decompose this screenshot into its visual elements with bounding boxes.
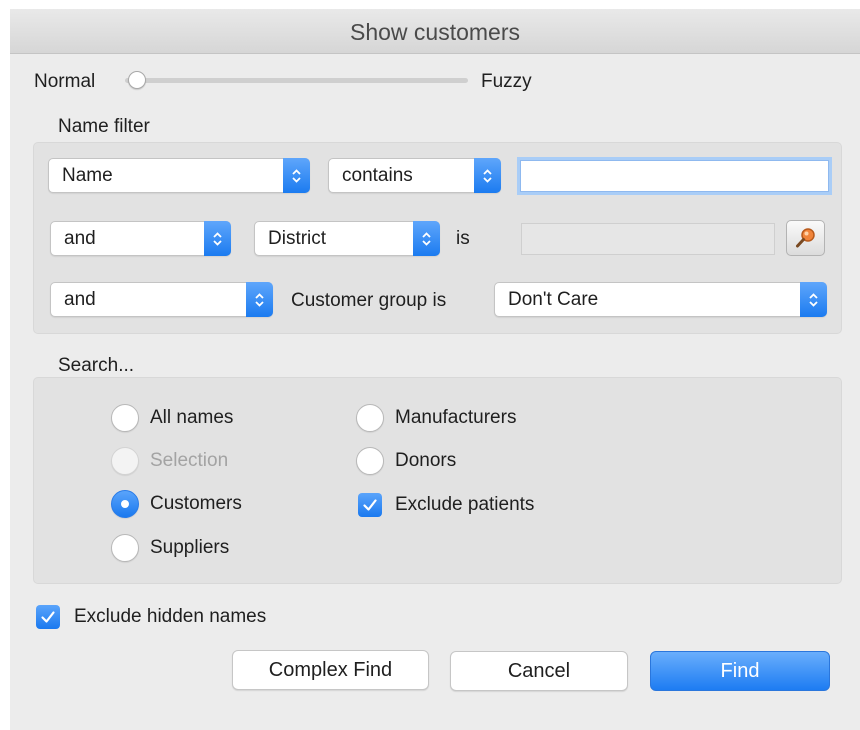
is-label: is xyxy=(456,228,470,249)
radio-donors-label: Donors xyxy=(395,450,457,471)
slider-right-label: Fuzzy xyxy=(481,71,532,92)
radio-manufacturers-label: Manufacturers xyxy=(395,407,517,428)
radio-donors[interactable] xyxy=(356,447,384,475)
lookup-button[interactable] xyxy=(786,220,825,256)
district-popup-value: District xyxy=(268,227,327,249)
checkmark-icon xyxy=(363,499,377,511)
updown-arrow-icon xyxy=(474,158,501,193)
radio-suppliers[interactable] xyxy=(111,534,139,562)
operator-popup-value: contains xyxy=(342,164,413,186)
radio-suppliers-label: Suppliers xyxy=(150,537,230,558)
search-heading: Search... xyxy=(58,355,135,376)
customer-group-label: Customer group is xyxy=(291,290,447,311)
fuzzy-slider-track[interactable] xyxy=(125,78,468,83)
checkmark-icon xyxy=(41,611,55,623)
show-customers-dialog: Show customers Normal Fuzzy Name filter … xyxy=(10,9,860,730)
operator-popup[interactable]: contains xyxy=(328,158,501,193)
name-filter-heading: Name filter xyxy=(58,116,150,137)
cancel-button[interactable]: Cancel xyxy=(450,651,628,691)
field-popup[interactable]: Name xyxy=(48,158,310,193)
title-bar[interactable]: Show customers xyxy=(10,9,860,54)
exclude-hidden-checkbox[interactable] xyxy=(36,605,60,629)
customer-group-popup-value: Don't Care xyxy=(508,288,599,310)
radio-dot xyxy=(121,500,129,508)
field-popup-value: Name xyxy=(62,164,113,186)
name-search-input[interactable] xyxy=(520,160,829,192)
complex-find-button[interactable]: Complex Find xyxy=(232,650,429,690)
radio-all-names-label: All names xyxy=(150,407,234,428)
district-value-field xyxy=(521,223,775,255)
updown-arrow-icon xyxy=(204,221,231,256)
radio-selection xyxy=(111,447,139,475)
updown-arrow-icon xyxy=(800,282,827,317)
conjunction-popup-1[interactable]: and xyxy=(50,221,231,256)
radio-customers[interactable] xyxy=(111,490,139,518)
conjunction-popup-1-value: and xyxy=(64,227,96,249)
exclude-hidden-label: Exclude hidden names xyxy=(74,606,267,627)
customer-group-popup[interactable]: Don't Care xyxy=(494,282,827,317)
radio-manufacturers[interactable] xyxy=(356,404,384,432)
conjunction-popup-2[interactable]: and xyxy=(50,282,273,317)
updown-arrow-icon xyxy=(283,158,310,193)
updown-arrow-icon xyxy=(246,282,273,317)
fuzzy-slider-knob[interactable] xyxy=(128,71,146,89)
find-button[interactable]: Find xyxy=(650,651,830,691)
exclude-patients-checkbox[interactable] xyxy=(358,493,382,517)
conjunction-popup-2-value: and xyxy=(64,288,96,310)
window-title: Show customers xyxy=(349,19,520,45)
slider-left-label: Normal xyxy=(34,71,96,92)
radio-customers-label: Customers xyxy=(150,493,242,514)
exclude-patients-label: Exclude patients xyxy=(395,494,535,515)
radio-all-names[interactable] xyxy=(111,404,139,432)
updown-arrow-icon xyxy=(413,221,440,256)
magnifier-icon xyxy=(796,228,815,248)
district-popup[interactable]: District xyxy=(254,221,440,256)
radio-selection-label: Selection xyxy=(150,450,229,471)
